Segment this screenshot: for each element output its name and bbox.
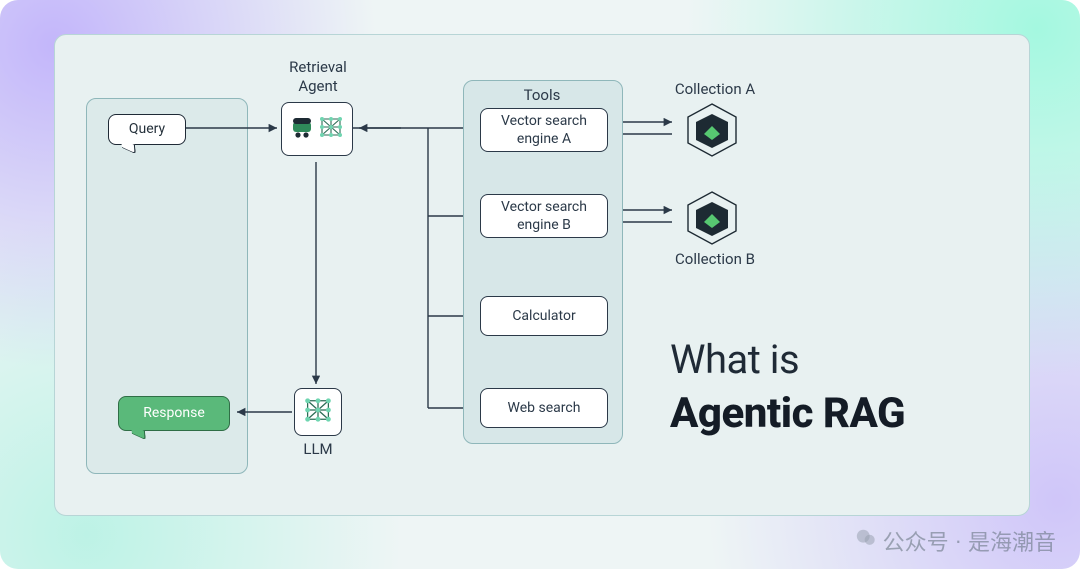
tool-web-search: Web search (480, 388, 608, 428)
watermark: 公众号 · 是海潮音 (855, 525, 1056, 557)
collection-a-label: Collection A (660, 80, 770, 98)
robot-icon (290, 116, 314, 142)
tools-header-label: Tools (512, 86, 572, 104)
watermark-name: 是海潮音 (968, 525, 1056, 557)
collection-b-label: Collection B (660, 250, 770, 268)
query-label: Query (129, 121, 165, 137)
tool-vector-search-b: Vector search engine B (480, 194, 608, 238)
watermark-label: 公众号 (883, 525, 949, 557)
llm-label: LLM (302, 440, 334, 458)
title-block: What is Agentic RAG (670, 336, 905, 438)
retrieval-agent-node (281, 102, 353, 156)
query-bubble: Query (108, 114, 186, 145)
title-line-2: Agentic RAG (670, 389, 905, 438)
title-line-1: What is (670, 336, 905, 383)
response-label: Response (143, 405, 205, 421)
tool-calculator: Calculator (480, 296, 608, 336)
response-bubble: Response (118, 396, 230, 431)
wechat-icon (855, 527, 877, 555)
network-icon (318, 114, 344, 144)
collection-a-icon (682, 100, 742, 160)
watermark-dot: · (955, 528, 962, 554)
llm-node (294, 388, 342, 436)
diagram-canvas: Query Response Retrieval Agent (0, 0, 1080, 569)
collection-b-icon (682, 188, 742, 248)
network-icon (303, 395, 333, 429)
retrieval-agent-label: Retrieval Agent (276, 58, 360, 96)
tool-vector-search-a: Vector search engine A (480, 108, 608, 152)
